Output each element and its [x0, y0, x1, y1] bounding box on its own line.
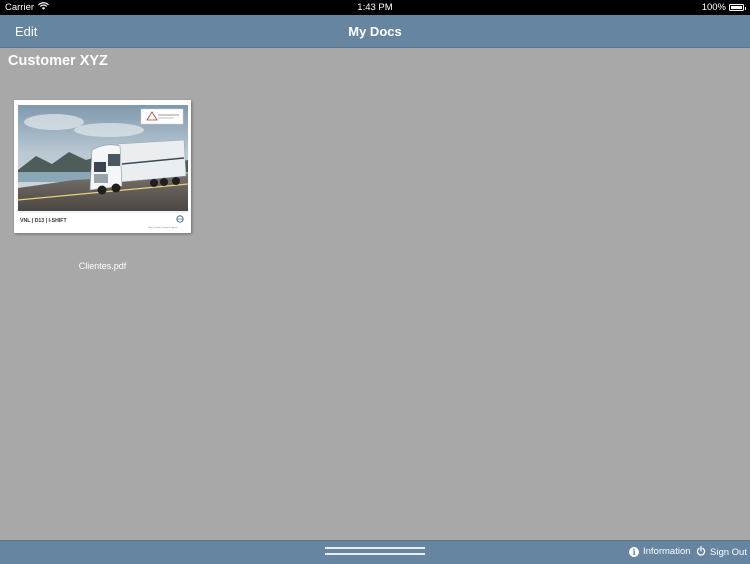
sign-out-label: Sign Out — [710, 547, 747, 558]
clock: 1:43 PM — [357, 2, 393, 13]
thumbnail-caption: VNL | D13 | I-SHIFT — [20, 218, 67, 224]
information-button[interactable]: i Information — [629, 546, 691, 557]
information-label: Information — [643, 546, 691, 557]
status-bar: Carrier 1:43 PM 100% — [0, 0, 750, 15]
sign-out-button[interactable]: Sign Out — [696, 546, 747, 559]
bottom-toolbar: i Information Sign Out — [0, 540, 750, 564]
navigation-bar: Edit My Docs — [0, 15, 750, 48]
folder-title: Customer XYZ — [8, 53, 108, 69]
truck-brochure-thumbnail: VNL | D13 | I-SHIFT Volvo Trucks. Drivin… — [17, 105, 189, 229]
battery-group: 100% — [701, 2, 746, 13]
battery-icon — [729, 4, 746, 11]
power-icon — [696, 546, 706, 559]
thumbnail-subtext: Volvo Trucks. Driving Progress — [148, 226, 179, 229]
document-filename[interactable]: Clientes.pdf — [14, 261, 191, 271]
info-icon: i — [629, 546, 639, 557]
battery-percent: 100% — [701, 2, 726, 13]
document-thumbnail[interactable]: VNL | D13 | I-SHIFT Volvo Trucks. Drivin… — [14, 100, 191, 233]
page-title: My Docs — [348, 24, 402, 39]
